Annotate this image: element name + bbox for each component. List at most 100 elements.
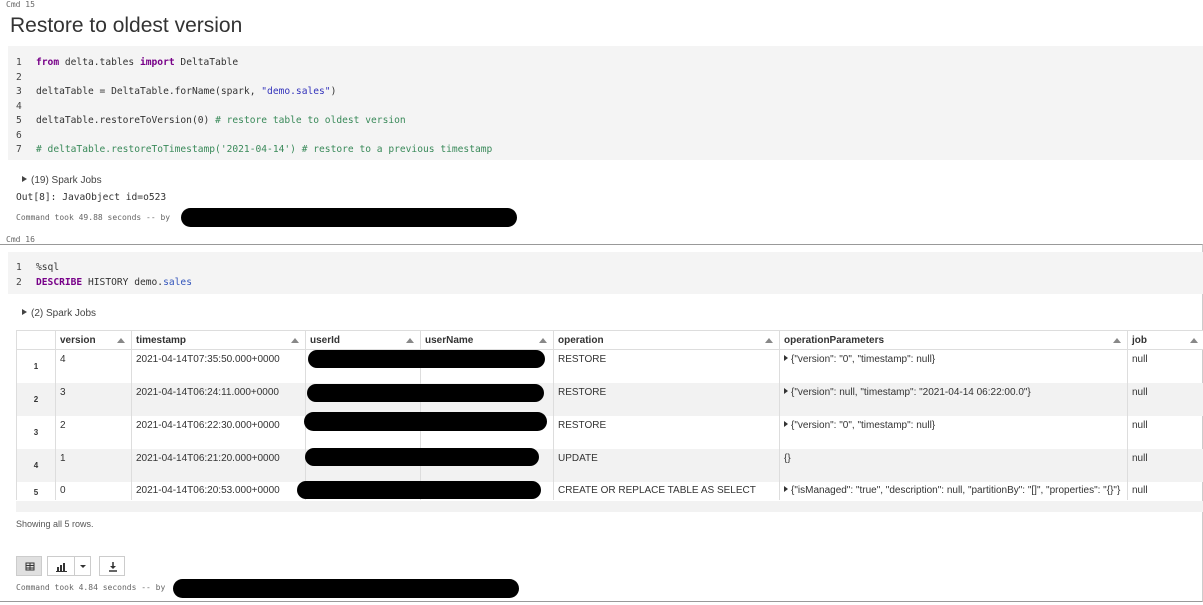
code-line[interactable]: 6 xyxy=(8,129,36,143)
row-index: 2 xyxy=(16,382,56,416)
download-button[interactable] xyxy=(99,556,125,576)
column-header-userid[interactable]: userId xyxy=(305,330,421,350)
cell-operation: RESTORE xyxy=(553,382,780,416)
chevron-down-icon xyxy=(80,565,86,568)
cell-operation-text: RESTORE xyxy=(558,419,607,431)
code-line[interactable]: 2 xyxy=(8,71,36,85)
column-header-operation[interactable]: operation xyxy=(553,330,780,350)
download-icon xyxy=(109,562,117,572)
code-line[interactable]: 7 # deltaTable.restoreToTimestamp('2021-0… xyxy=(8,143,492,157)
sort-icon[interactable] xyxy=(291,338,299,343)
results-table: version timestamp userId userName operat… xyxy=(16,330,1203,500)
code-line[interactable]: 5 deltaTable.restoreToVersion(0) # restor… xyxy=(8,114,406,128)
command-took-cmd15: Command took 49.88 seconds -- by xyxy=(16,213,171,222)
cell-version-text: 4 xyxy=(60,354,66,365)
line-number: 7 xyxy=(16,144,22,155)
cell-job-text: null xyxy=(1132,484,1148,496)
cell-timestamp-text: 2021-04-14T06:21:20.000+0000 xyxy=(136,452,280,464)
cell-job-text: null xyxy=(1132,452,1148,464)
spark-jobs-label: (2) Spark Jobs xyxy=(31,308,97,319)
table-row: 2 3 2021-04-14T06:24:11.000+0000 RESTORE {"v… xyxy=(16,382,1203,416)
code-token: # restore table to oldest version xyxy=(215,115,406,126)
cell-operation-parameters: {"version": "0", "timestamp": null} xyxy=(779,415,1128,449)
bar-chart-icon xyxy=(56,563,67,572)
column-header-job[interactable]: job xyxy=(1127,330,1203,350)
expand-triangle-icon[interactable] xyxy=(784,355,788,361)
cell-timestamp: 2021-04-14T06:20:53.000+0000 xyxy=(131,481,306,500)
sort-icon[interactable] xyxy=(1190,338,1198,343)
code-line[interactable]: 1 from delta.tables import DeltaTable xyxy=(8,56,238,70)
spark-jobs-toggle-cmd15[interactable]: (19) Spark Jobs xyxy=(22,175,102,186)
cell-operation-parameters-text: {"version": "0", "timestamp": null} xyxy=(791,354,936,365)
expand-triangle-icon[interactable] xyxy=(784,420,788,427)
expand-triangle-icon xyxy=(22,176,27,182)
chart-type-dropdown[interactable] xyxy=(74,556,91,576)
sort-icon[interactable] xyxy=(1113,338,1121,343)
row-index-text: 4 xyxy=(33,460,39,470)
cell-operation-parameters: {"version": null, "timestamp": "2021-04-… xyxy=(779,382,1128,416)
cell-job: null xyxy=(1127,448,1203,482)
redacted-user xyxy=(181,208,517,227)
sort-icon[interactable] xyxy=(117,338,125,343)
expand-triangle-icon xyxy=(22,309,27,315)
column-header-timestamp[interactable]: timestamp xyxy=(131,330,306,350)
line-number: 4 xyxy=(16,100,22,112)
cell-timestamp: 2021-04-14T06:21:20.000+0000 xyxy=(131,448,306,482)
cell-job: null xyxy=(1127,349,1203,383)
cell-version-text: 0 xyxy=(60,484,66,496)
expand-triangle-icon[interactable] xyxy=(784,485,788,492)
expand-triangle-icon[interactable] xyxy=(784,387,788,394)
code-line[interactable]: 1 %sql xyxy=(8,261,59,275)
code-editor-cmd16[interactable]: 1 %sql 2 DESCRIBE HISTORY demo.sales xyxy=(8,252,1203,294)
chart-view-button[interactable] xyxy=(47,556,75,576)
table-view-button[interactable] xyxy=(16,556,42,576)
cell-output: Out[8]: JavaObject id=o523 xyxy=(16,192,167,203)
cell-operation-parameters-text: {"isManaged": "true", "description": nul… xyxy=(791,484,1121,496)
redacted-user xyxy=(308,350,545,368)
row-index-text: 2 xyxy=(33,394,39,404)
code-token: "demo.sales" xyxy=(261,86,331,97)
sort-icon[interactable] xyxy=(765,338,773,343)
line-number: 3 xyxy=(16,86,22,97)
cell-version: 1 xyxy=(55,448,132,482)
code-token: DESCRIBE xyxy=(36,276,83,288)
line-number: 5 xyxy=(16,115,22,126)
row-index: 4 xyxy=(16,448,56,482)
code-line[interactable]: 3 deltaTable = DeltaTable.forName(spark, … xyxy=(8,85,336,99)
cell-operation-text: RESTORE xyxy=(558,354,607,365)
cell-timestamp-text: 2021-04-14T06:24:11.000+0000 xyxy=(136,386,279,398)
table-row: 4 1 2021-04-14T06:21:20.000+0000 UPDATE {} nu… xyxy=(16,448,1203,482)
code-editor-cmd15[interactable]: 1 from delta.tables import DeltaTable 2 3 de… xyxy=(8,46,1203,160)
code-token: deltaTable = DeltaTable.forName(spark, xyxy=(36,86,262,97)
spark-jobs-toggle-cmd16[interactable]: (2) Spark Jobs xyxy=(22,308,96,319)
row-index: 3 xyxy=(16,415,56,449)
cell-timestamp-text: 2021-04-14T07:35:50.000+0000 xyxy=(136,354,280,365)
cell-operation: RESTORE xyxy=(553,349,780,383)
sort-icon[interactable] xyxy=(406,338,414,343)
column-header-version[interactable]: version xyxy=(55,330,132,350)
cell-job: null xyxy=(1127,481,1203,500)
spark-jobs-label: (19) Spark Jobs xyxy=(31,175,102,186)
cell-operation-text: CREATE OR REPLACE TABLE AS SELECT xyxy=(558,484,756,496)
sort-icon[interactable] xyxy=(539,338,547,343)
cell-version: 2 xyxy=(55,415,132,449)
table-row: 5 0 2021-04-14T06:20:53.000+0000 CREATE OR … xyxy=(16,481,1203,500)
redacted-user xyxy=(305,448,539,466)
cell-job: null xyxy=(1127,415,1203,449)
cell-version: 3 xyxy=(55,382,132,416)
cell-operation: UPDATE xyxy=(553,448,780,482)
horizontal-scrollbar[interactable] xyxy=(16,501,1203,512)
table-row: 3 2 2021-04-14T06:22:30.000+0000 RESTORE {"v… xyxy=(16,415,1203,449)
code-token: import xyxy=(139,57,175,68)
cmd-16-label: Cmd 16 xyxy=(6,235,35,244)
column-header-username[interactable]: userName xyxy=(420,330,554,350)
code-token: ) xyxy=(330,86,337,97)
column-header-operation-parameters[interactable]: operationParameters xyxy=(779,330,1128,350)
line-number: 6 xyxy=(16,129,22,141)
cell-version: 4 xyxy=(55,349,132,383)
cell-operation-parameters: {} xyxy=(779,448,1128,482)
code-line[interactable]: 4 xyxy=(8,100,36,114)
code-line[interactable]: 2 DESCRIBE HISTORY demo.sales xyxy=(8,276,192,290)
cell-operation: RESTORE xyxy=(553,415,780,449)
cell-job-text: null xyxy=(1132,419,1148,431)
